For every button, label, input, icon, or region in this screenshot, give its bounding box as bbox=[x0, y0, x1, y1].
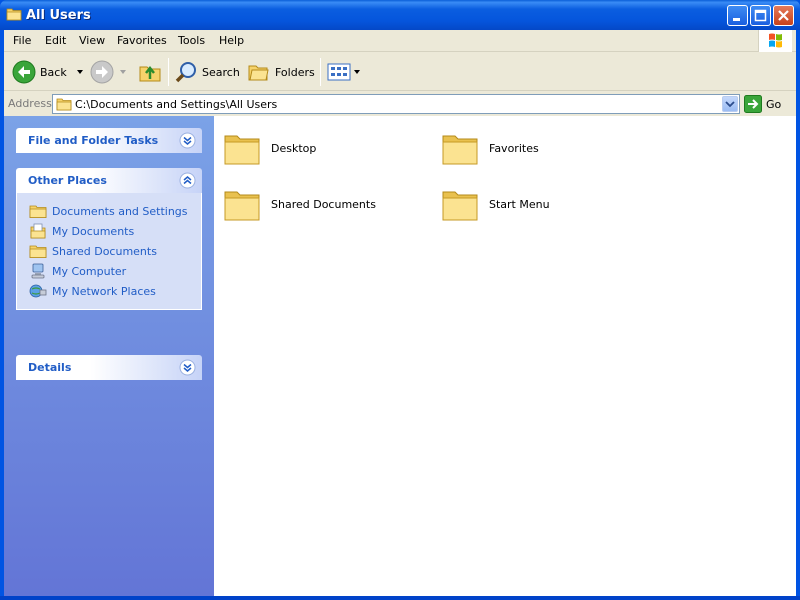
task-pane: File and Folder Tasks Other Places Docum… bbox=[4, 116, 214, 596]
forward-arrow-icon bbox=[90, 60, 114, 84]
item-label: Start Menu bbox=[489, 197, 550, 211]
close-button[interactable] bbox=[773, 5, 794, 26]
toolbar-separator bbox=[320, 58, 321, 86]
toolbar-separator bbox=[168, 58, 169, 86]
forward-button[interactable] bbox=[90, 57, 130, 87]
folder-icon bbox=[29, 245, 47, 258]
place-label: My Documents bbox=[52, 224, 135, 238]
address-dropdown-button[interactable] bbox=[722, 96, 738, 112]
folder-icon bbox=[6, 8, 22, 21]
place-documents-and-settings[interactable]: Documents and Settings bbox=[29, 201, 201, 221]
folders-icon bbox=[248, 65, 269, 81]
place-label: My Network Places bbox=[52, 284, 156, 298]
back-button[interactable]: Back bbox=[12, 57, 87, 87]
place-my-documents[interactable]: My Documents bbox=[29, 221, 201, 241]
close-icon bbox=[778, 10, 789, 21]
up-folder-icon bbox=[139, 65, 161, 82]
back-arrow-icon bbox=[12, 60, 36, 84]
menu-tools[interactable]: Tools bbox=[178, 34, 205, 47]
search-icon bbox=[175, 62, 196, 83]
minimize-icon bbox=[733, 18, 740, 21]
folder-icon bbox=[442, 191, 478, 221]
folder-contents: Desktop Favorites Shared Documents Start… bbox=[214, 116, 796, 596]
expand-chevron-icon[interactable] bbox=[179, 132, 196, 149]
folder-icon bbox=[442, 135, 478, 165]
file-folder-tasks-header[interactable]: File and Folder Tasks bbox=[16, 128, 202, 153]
place-shared-documents[interactable]: Shared Documents bbox=[29, 241, 201, 261]
folder-item-favorites[interactable]: Favorites bbox=[440, 128, 650, 168]
go-label: Go bbox=[766, 97, 782, 111]
views-icon bbox=[327, 63, 351, 81]
chevron-down-icon bbox=[725, 101, 735, 108]
folder-item-desktop[interactable]: Desktop bbox=[222, 128, 432, 168]
windows-flag-icon bbox=[769, 33, 782, 48]
panel-title: File and Folder Tasks bbox=[28, 134, 159, 147]
menu-favorites[interactable]: Favorites bbox=[117, 34, 167, 47]
back-label: Back bbox=[40, 65, 67, 79]
window-title: All Users bbox=[26, 8, 91, 23]
search-label: Search bbox=[202, 65, 240, 79]
folders-label: Folders bbox=[275, 65, 315, 79]
maximize-button[interactable] bbox=[750, 5, 771, 26]
collapse-chevron-icon[interactable] bbox=[179, 172, 196, 189]
place-my-computer[interactable]: My Computer bbox=[29, 261, 201, 281]
search-button[interactable]: Search bbox=[174, 57, 240, 87]
folder-item-start-menu[interactable]: Start Menu bbox=[440, 184, 650, 224]
address-input[interactable]: C:\Documents and Settings\All Users bbox=[52, 94, 740, 114]
title-bar[interactable]: All Users bbox=[0, 0, 800, 30]
details-panel: Details bbox=[16, 355, 202, 380]
menu-view[interactable]: View bbox=[79, 34, 105, 47]
place-my-network-places[interactable]: My Network Places bbox=[29, 281, 201, 301]
chevron-down-icon[interactable] bbox=[353, 67, 361, 77]
folders-button[interactable]: Folders bbox=[247, 57, 315, 87]
menu-help[interactable]: Help bbox=[219, 34, 244, 47]
menu-bar: File Edit View Favorites Tools Help bbox=[4, 30, 796, 52]
place-label: Shared Documents bbox=[52, 244, 157, 258]
item-label: Desktop bbox=[271, 141, 317, 155]
views-button[interactable] bbox=[327, 57, 361, 87]
maximize-icon bbox=[754, 9, 767, 22]
up-folder-button[interactable] bbox=[138, 57, 162, 87]
other-places-list: Documents and Settings My Documents Shar… bbox=[16, 193, 202, 310]
network-places-icon bbox=[29, 284, 47, 298]
window-bottom-border bbox=[0, 596, 800, 600]
file-folder-tasks-panel: File and Folder Tasks bbox=[16, 128, 202, 153]
my-documents-icon bbox=[30, 223, 46, 239]
address-bar: Address C:\Documents and Settings\All Us… bbox=[4, 92, 796, 116]
address-value: C:\Documents and Settings\All Users bbox=[75, 98, 278, 111]
details-header[interactable]: Details bbox=[16, 355, 202, 380]
place-label: My Computer bbox=[52, 264, 127, 278]
go-arrow-icon bbox=[744, 95, 762, 113]
folder-icon bbox=[29, 205, 47, 218]
folder-icon bbox=[224, 191, 260, 221]
place-label: Documents and Settings bbox=[52, 204, 188, 218]
panel-title: Other Places bbox=[28, 174, 107, 187]
other-places-panel: Other Places Documents and Settings My D… bbox=[16, 168, 202, 310]
folder-icon bbox=[56, 98, 72, 111]
menu-file[interactable]: File bbox=[13, 34, 31, 47]
chevron-down-icon[interactable] bbox=[73, 67, 87, 77]
go-button[interactable]: Go bbox=[744, 94, 781, 114]
standard-toolbar: Back Search Folders bbox=[4, 53, 796, 91]
explorer-window: All Users File Edit View Favorites Tools bbox=[0, 0, 800, 600]
folder-icon bbox=[224, 135, 260, 165]
item-label: Shared Documents bbox=[271, 197, 376, 211]
other-places-header[interactable]: Other Places bbox=[16, 168, 202, 193]
my-computer-icon bbox=[31, 263, 45, 279]
folder-item-shared-documents[interactable]: Shared Documents bbox=[222, 184, 432, 224]
minimize-button[interactable] bbox=[727, 5, 748, 26]
item-label: Favorites bbox=[489, 141, 539, 155]
address-label: Address bbox=[8, 97, 52, 110]
windows-logo bbox=[758, 30, 792, 52]
panel-title: Details bbox=[28, 361, 72, 374]
expand-chevron-icon[interactable] bbox=[179, 359, 196, 376]
chevron-down-icon[interactable] bbox=[116, 67, 130, 77]
client-area: File Edit View Favorites Tools Help Back… bbox=[4, 30, 796, 596]
menu-edit[interactable]: Edit bbox=[45, 34, 66, 47]
